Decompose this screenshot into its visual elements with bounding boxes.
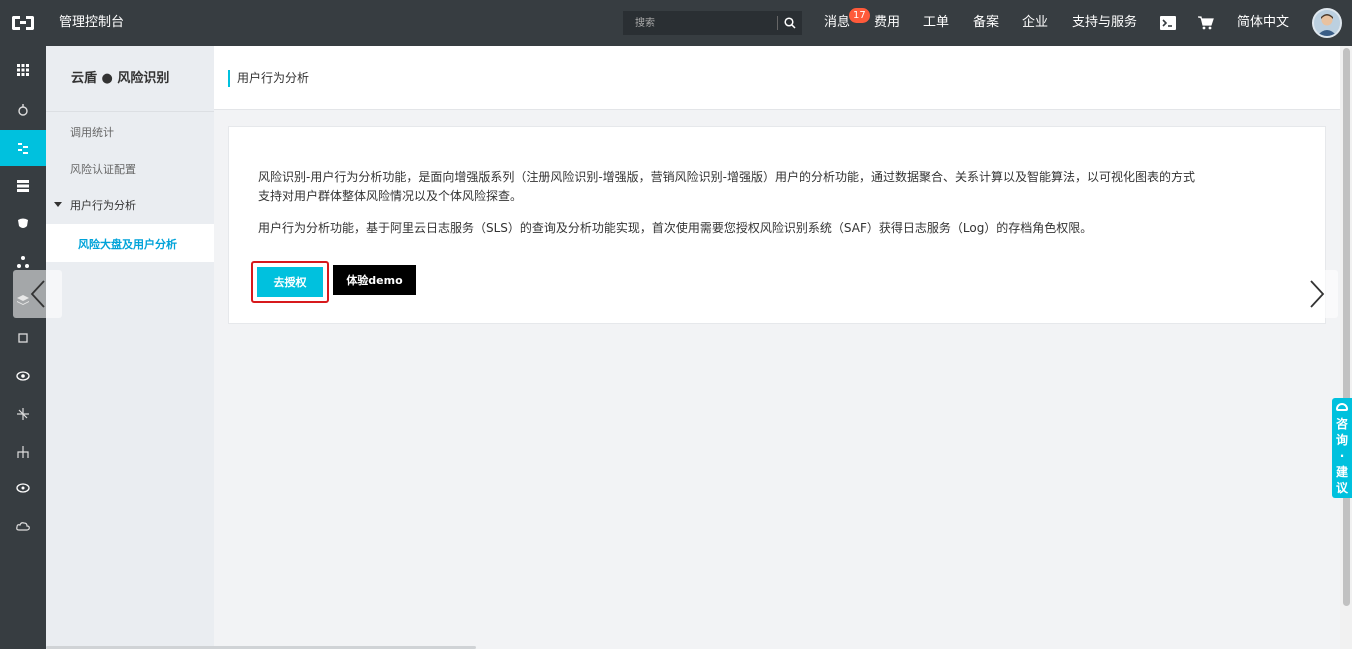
cluster-icon[interactable]	[0, 396, 46, 432]
shopping-cart-icon[interactable]	[1196, 13, 1216, 33]
search-input[interactable]	[623, 11, 777, 35]
top-navigation-bar: 管理控制台 消息 17 费用 工单 备案 企业 支持与服务 简体中文	[0, 0, 1352, 46]
chip-icon[interactable]	[0, 320, 46, 356]
intro-paragraph-line-2: 支持对用户群体整体风险情况以及个体风险探查。	[258, 189, 523, 203]
previous-arrow-button[interactable]	[13, 270, 62, 318]
page-header: 用户行为分析	[214, 46, 1340, 110]
console-title-link[interactable]: 管理控制台	[59, 0, 124, 46]
demo-button[interactable]: 体验demo	[333, 265, 416, 295]
visibility-icon[interactable]	[0, 470, 46, 506]
storage-icon[interactable]	[0, 168, 46, 204]
messages-count-badge: 17	[849, 8, 870, 23]
aliyun-logo-icon[interactable]	[0, 0, 46, 46]
headset-icon	[1336, 403, 1348, 411]
authorize-button-highlight: 去授权	[251, 261, 329, 303]
support-link[interactable]: 支持与服务	[1072, 0, 1137, 46]
products-grid-icon[interactable]	[0, 52, 46, 88]
risk-identification-icon[interactable]	[0, 130, 46, 166]
language-switch[interactable]: 简体中文	[1237, 0, 1289, 46]
search-icon[interactable]	[778, 11, 802, 35]
shield-icon[interactable]	[0, 206, 46, 242]
tickets-link[interactable]: 工单	[923, 0, 949, 46]
sidebar-group-user-behavior-analysis[interactable]: 用户行为分析	[46, 194, 214, 216]
next-arrow-button[interactable]	[1296, 270, 1338, 318]
page-title: 用户行为分析	[237, 71, 310, 85]
icp-filing-link[interactable]: 备案	[973, 0, 999, 46]
scrollbar-thumb[interactable]	[1343, 48, 1350, 606]
search-box	[623, 11, 802, 35]
sidebar-group-label: 用户行为分析	[70, 199, 136, 212]
sidebar-item-risk-dashboard[interactable]: 风险大盘及用户分析	[46, 224, 214, 262]
sidebar-item-call-statistics[interactable]: 调用统计	[70, 124, 114, 140]
chevron-right-icon	[1310, 280, 1325, 308]
billing-link[interactable]: 费用	[874, 0, 900, 46]
secondary-sidebar: 云盾 ● 风险识别 调用统计 风险认证配置 用户行为分析 风险大盘及用户分析	[46, 46, 214, 649]
authorize-button[interactable]: 去授权	[257, 267, 323, 297]
chevron-left-icon	[30, 280, 45, 308]
security-product-icon[interactable]	[0, 92, 46, 128]
title-accent-bar	[228, 70, 230, 87]
tree-icon[interactable]	[0, 434, 46, 470]
terminal-icon[interactable]	[1158, 13, 1178, 33]
eye-icon[interactable]	[0, 358, 46, 394]
sidebar-item-risk-auth-config[interactable]: 风险认证配置	[70, 161, 136, 177]
product-icon-rail	[0, 46, 46, 649]
cloud-icon[interactable]	[0, 508, 46, 544]
sidebar-item-label: 风险大盘及用户分析	[78, 238, 177, 251]
sidebar-title: 云盾 ● 风险识别	[46, 46, 214, 112]
messages-link[interactable]: 消息	[824, 0, 850, 46]
vertical-scrollbar[interactable]	[1340, 46, 1352, 649]
consult-feedback-tab[interactable]: 咨询·建议	[1332, 398, 1352, 498]
caret-down-icon	[54, 202, 62, 207]
consult-label: 咨询·建议	[1335, 417, 1348, 495]
intro-paragraph-2: 用户行为分析功能，基于阿里云日志服务（SLS）的查询及分析功能实现，首次使用需要…	[258, 221, 1093, 235]
enterprise-link[interactable]: 企业	[1022, 0, 1048, 46]
user-avatar[interactable]	[1312, 8, 1342, 38]
intro-paragraph-line-1: 风险识别-用户行为分析功能，是面向增强版系列（注册风险识别-增强版，营销风险识别…	[258, 170, 1195, 184]
intro-card: 风险识别-用户行为分析功能，是面向增强版系列（注册风险识别-增强版，营销风险识别…	[228, 126, 1326, 324]
